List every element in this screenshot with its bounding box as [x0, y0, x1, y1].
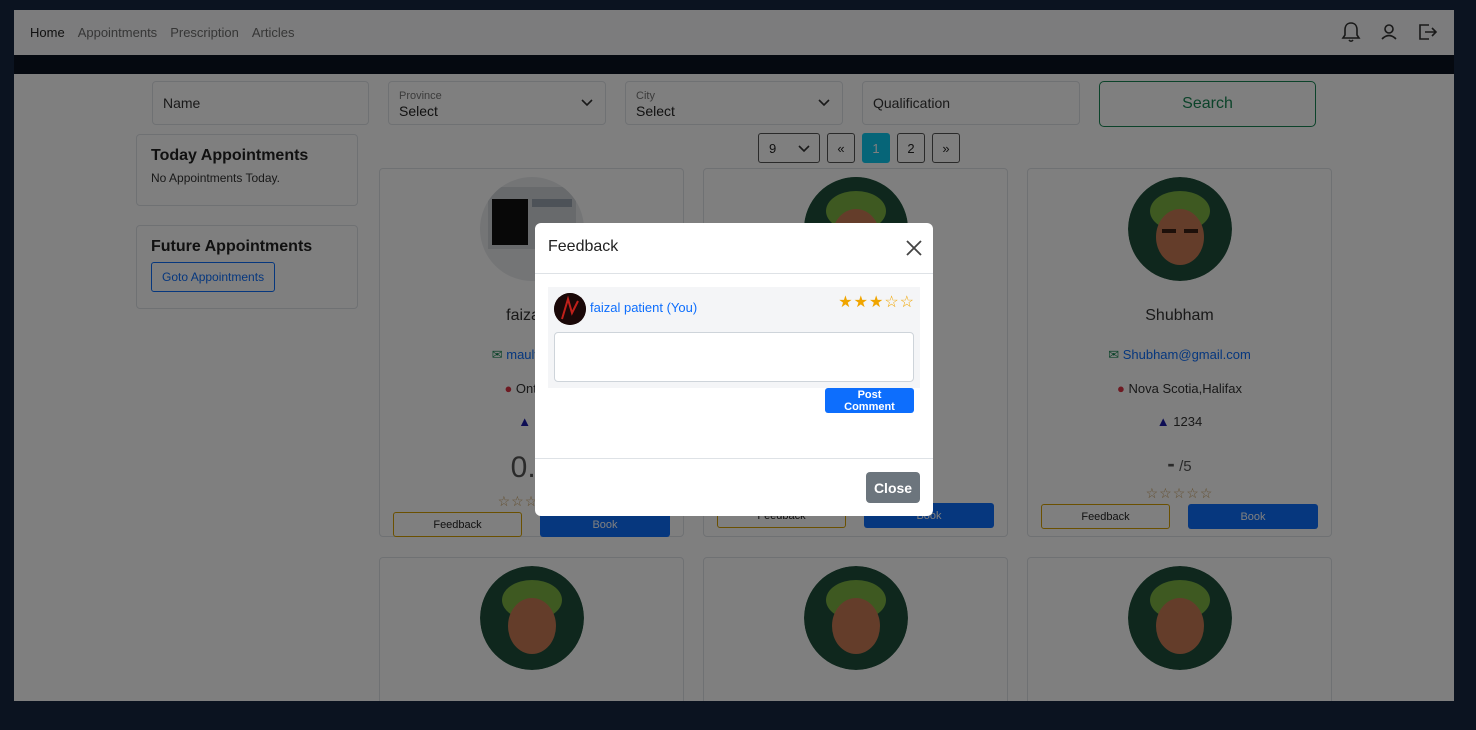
rating-input[interactable]: ★ ★ ★ ☆ ☆ — [838, 294, 914, 312]
star-4-icon[interactable]: ☆ — [884, 294, 898, 312]
star-5-icon[interactable]: ☆ — [900, 294, 914, 312]
star-2-icon[interactable]: ★ — [854, 294, 868, 312]
user-avatar — [554, 293, 586, 325]
modal-header: Feedback — [535, 223, 933, 274]
star-3-icon[interactable]: ★ — [869, 294, 883, 312]
modal-footer: Close — [535, 458, 933, 516]
modal-title: Feedback — [548, 238, 619, 255]
post-comment-button[interactable]: Post Comment — [825, 388, 914, 413]
commenter-name: faizal patient (You) — [590, 300, 698, 315]
close-icon[interactable] — [905, 239, 923, 257]
star-1-icon[interactable]: ★ — [838, 294, 852, 312]
comment-textarea[interactable] — [554, 332, 914, 382]
close-button[interactable]: Close — [866, 472, 920, 503]
feedback-modal: Feedback faizal patient (You) ★ ★ ★ ☆ ☆ … — [535, 223, 933, 516]
comment-composer: faizal patient (You) ★ ★ ★ ☆ ☆ — [548, 287, 920, 388]
